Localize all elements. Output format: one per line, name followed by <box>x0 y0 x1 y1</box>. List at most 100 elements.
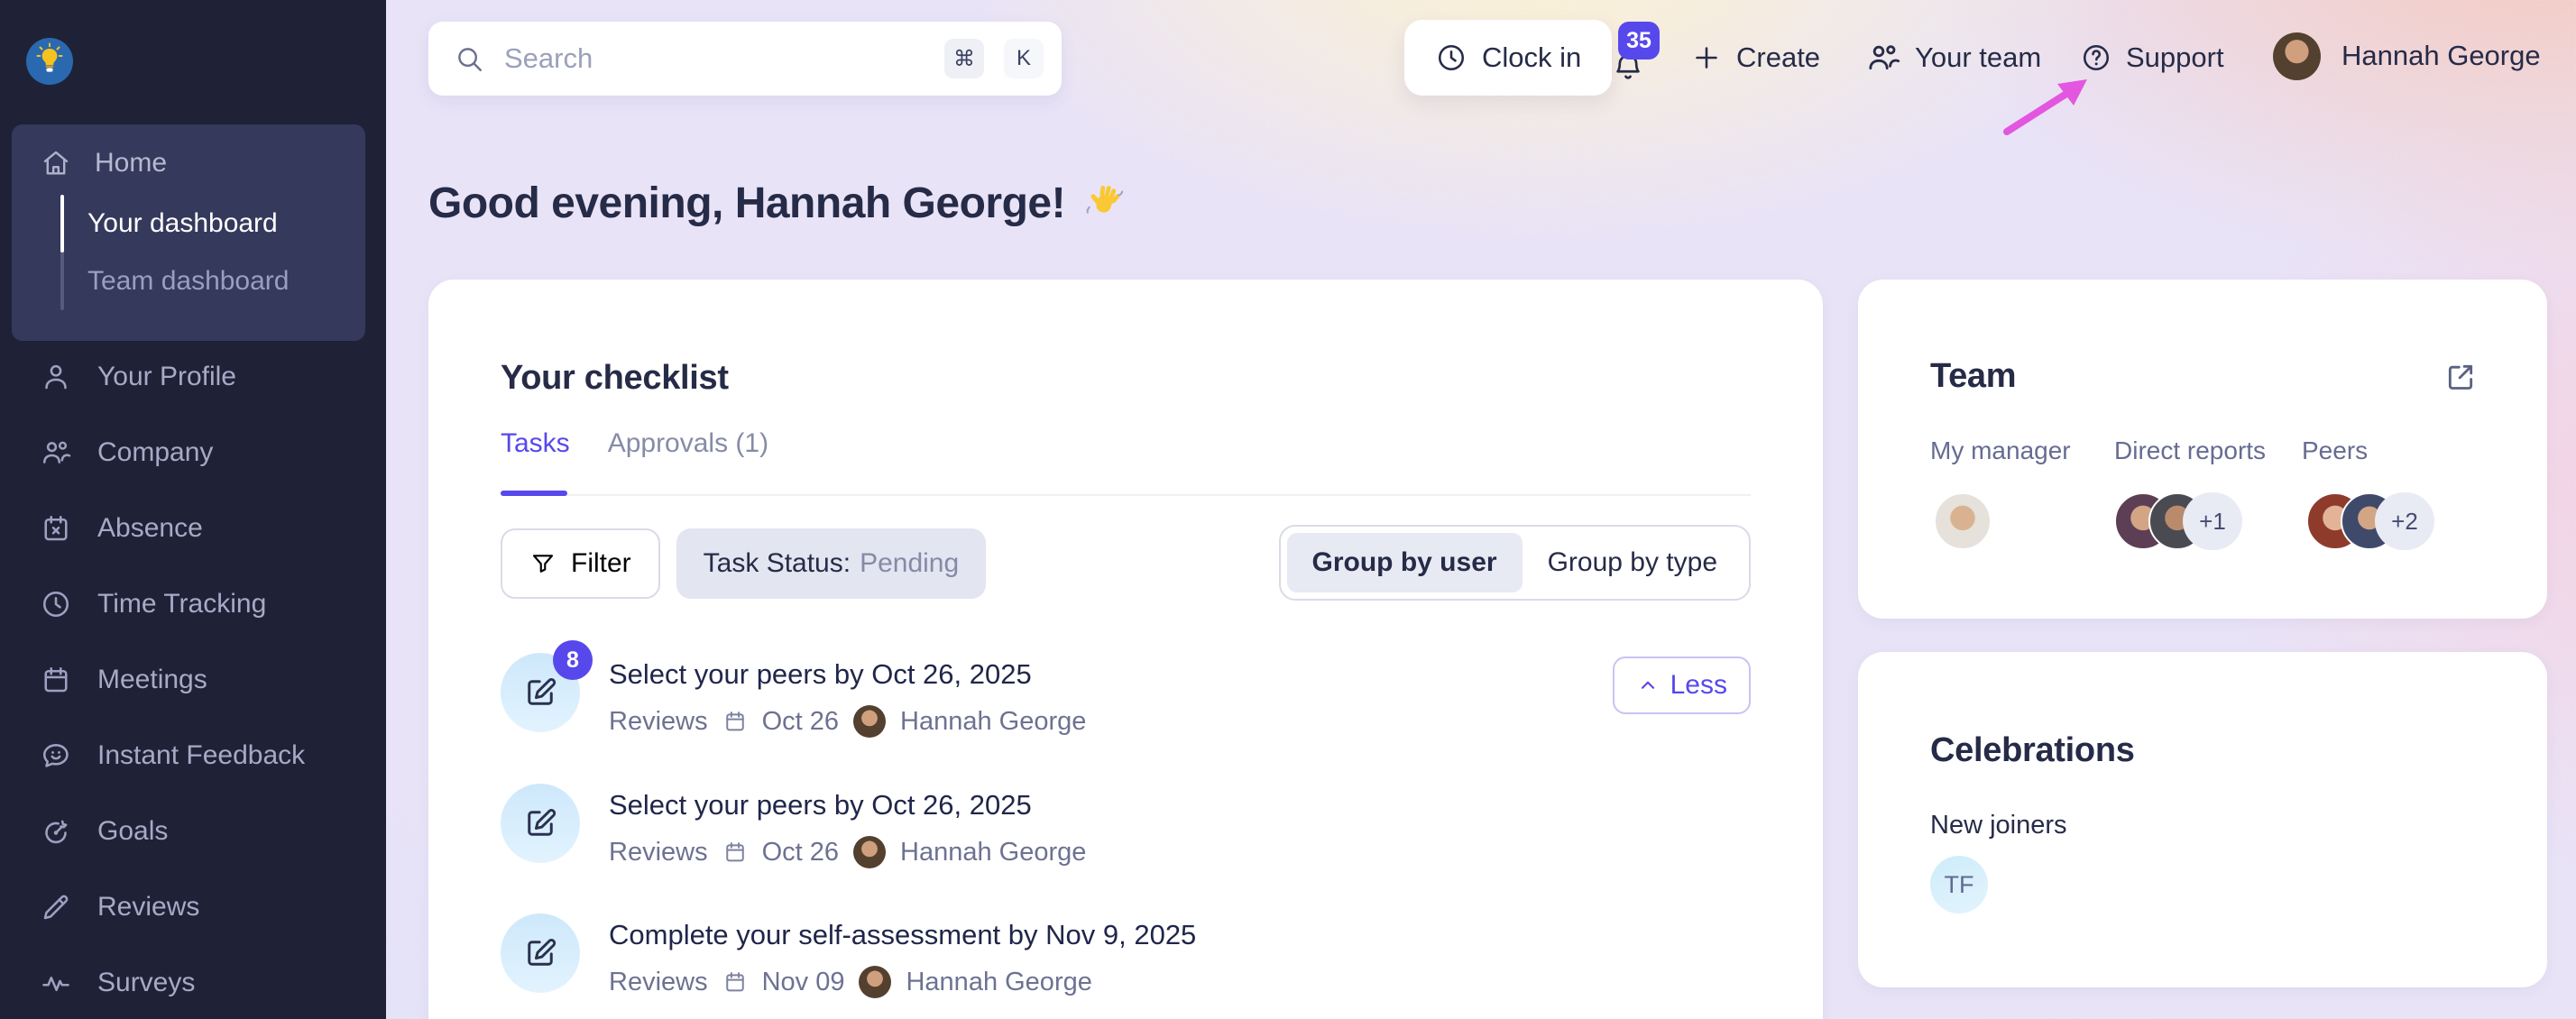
task-row[interactable]: 8 Select your peers by Oct 26, 2025 Revi… <box>501 653 1751 761</box>
chevron-up-icon <box>1636 674 1660 697</box>
user-name: Hannah George <box>2341 40 2541 72</box>
greeting-text: Good evening, Hannah George! <box>428 179 1065 228</box>
sidebar-item-company[interactable]: Company <box>0 415 386 491</box>
sidebar-item-label: Surveys <box>97 968 195 998</box>
edit-square-icon <box>521 674 559 711</box>
support-label: Support <box>2126 41 2224 74</box>
sidebar-item-label: Your Profile <box>97 362 236 392</box>
new-joiners-label: New joiners <box>1930 811 2067 840</box>
sidebar: Home Your dashboard Team dashboard Your … <box>0 0 386 1019</box>
filter-label: Filter <box>571 548 631 579</box>
sidebar-item-time-tracking[interactable]: Time Tracking <box>0 566 386 642</box>
chat-smile-icon <box>40 739 72 772</box>
sidebar-item-meetings[interactable]: Meetings <box>0 642 386 718</box>
search-bar: ⌘ K <box>428 22 1062 96</box>
sidebar-item-label: Company <box>97 437 213 468</box>
collapse-less-button[interactable]: Less <box>1613 656 1751 714</box>
sidebar-item-instant-feedback[interactable]: Instant Feedback <box>0 718 386 794</box>
support-button[interactable]: Support <box>2080 36 2224 79</box>
calendar-icon <box>722 840 748 865</box>
clock-in-button[interactable]: Clock in <box>1404 20 1612 96</box>
your-team-button[interactable]: Your team <box>1865 36 2041 79</box>
celebrations-title: Celebrations <box>1930 731 2135 770</box>
edit-square-icon <box>521 934 559 972</box>
manager-avatar[interactable] <box>1934 492 1992 550</box>
sidebar-item-label: Reviews <box>97 892 199 923</box>
group-by-toggle: Group by user Group by type <box>1279 525 1751 601</box>
user-menu[interactable]: Hannah George <box>2273 34 2541 78</box>
filter-button[interactable]: Filter <box>501 528 660 599</box>
task-due-date: Oct 26 <box>762 838 839 868</box>
task-title: Select your peers by Oct 26, 2025 <box>609 789 1032 822</box>
edit-square-icon <box>521 804 559 842</box>
sidebar-sub-rail-active <box>60 195 64 252</box>
open-team-button[interactable] <box>2443 359 2479 395</box>
task-meta: Reviews Oct 26 Hannah George <box>609 705 1086 738</box>
sidebar-item-label: Meetings <box>97 665 207 695</box>
sidebar-item-team-dashboard[interactable]: Team dashboard <box>87 252 289 310</box>
task-count-badge: 8 <box>553 640 593 680</box>
calendar-icon <box>722 709 748 734</box>
clock-in-label: Clock in <box>1482 41 1581 74</box>
calendar-icon <box>40 664 72 696</box>
assignee-avatar <box>853 705 886 738</box>
task-assignee: Hannah George <box>900 707 1086 737</box>
notifications-count-badge: 35 <box>1618 22 1660 60</box>
task-category: Reviews <box>609 707 708 737</box>
task-row[interactable]: Select your peers by Oct 26, 2025 Review… <box>501 784 1751 892</box>
group-by-type-segment[interactable]: Group by type <box>1523 533 1743 592</box>
task-status-filter-chip[interactable]: Task Status: Pending <box>676 528 987 599</box>
checklist-card: Your checklist Tasks Approvals (1) Filte… <box>428 280 1823 1019</box>
search-input[interactable] <box>504 42 925 75</box>
task-row[interactable]: Complete your self-assessment by Nov 9, … <box>501 913 1751 1019</box>
sidebar-item-your-dashboard[interactable]: Your dashboard <box>87 195 278 252</box>
group-by-user-segment[interactable]: Group by user <box>1287 533 1523 592</box>
task-meta: Reviews Oct 26 Hannah George <box>609 836 1086 868</box>
funnel-icon <box>529 550 557 577</box>
sidebar-item-reviews[interactable]: Reviews <box>0 869 386 945</box>
sidebar-item-goals[interactable]: Goals <box>0 794 386 869</box>
people-icon <box>1865 40 1901 76</box>
sidebar-item-surveys[interactable]: Surveys <box>0 945 386 1019</box>
sidebar-item-your-profile[interactable]: Your Profile <box>0 339 386 415</box>
task-assignee: Hannah George <box>906 968 1091 997</box>
waving-hand-emoji <box>1083 183 1125 225</box>
sidebar-item-absence[interactable]: Absence <box>0 491 386 566</box>
team-title: Team <box>1930 357 2016 396</box>
less-label: Less <box>1670 670 1727 701</box>
sidebar-item-home[interactable]: Home <box>41 148 167 179</box>
direct-reports-overflow-chip[interactable]: +1 <box>2183 492 2242 550</box>
team-column-peers: Peers <box>2302 436 2368 465</box>
task-category: Reviews <box>609 838 708 868</box>
tab-tasks[interactable]: Tasks <box>501 428 570 459</box>
create-button[interactable]: Create <box>1690 36 1820 79</box>
task-edit-icon-circle <box>501 913 580 993</box>
task-title: Select your peers by Oct 26, 2025 <box>609 658 1032 691</box>
team-column-direct-reports: Direct reports <box>2114 436 2266 465</box>
search-icon <box>454 43 484 74</box>
active-tab-underline <box>501 491 567 496</box>
task-category: Reviews <box>609 968 708 997</box>
tab-approvals[interactable]: Approvals (1) <box>608 428 768 459</box>
team-card: Team My manager Direct reports Peers +1 … <box>1858 280 2547 619</box>
k-key-badge: K <box>1004 39 1044 78</box>
task-edit-icon-circle <box>501 784 580 863</box>
question-circle-icon <box>2080 41 2112 74</box>
task-title: Complete your self-assessment by Nov 9, … <box>609 919 1196 951</box>
assignee-avatar <box>859 966 891 998</box>
new-joiner-initials-avatar[interactable]: TF <box>1930 856 1988 913</box>
celebrations-card: Celebrations New joiners TF <box>1858 652 2547 987</box>
people-icon <box>40 436 72 469</box>
task-due-date: Nov 09 <box>762 968 845 997</box>
tabs-divider <box>501 494 1751 496</box>
task-status-label: Task Status: <box>704 548 851 579</box>
create-label: Create <box>1736 41 1820 74</box>
checklist-title: Your checklist <box>501 359 729 398</box>
assignee-avatar <box>853 836 886 868</box>
app-logo-lightbulb-icon[interactable] <box>26 38 73 85</box>
peers-overflow-chip[interactable]: +2 <box>2375 492 2434 550</box>
task-assignee: Hannah George <box>900 838 1086 868</box>
team-column-my-manager: My manager <box>1930 436 2071 465</box>
person-icon <box>40 361 72 393</box>
sidebar-home-label: Home <box>95 148 167 179</box>
